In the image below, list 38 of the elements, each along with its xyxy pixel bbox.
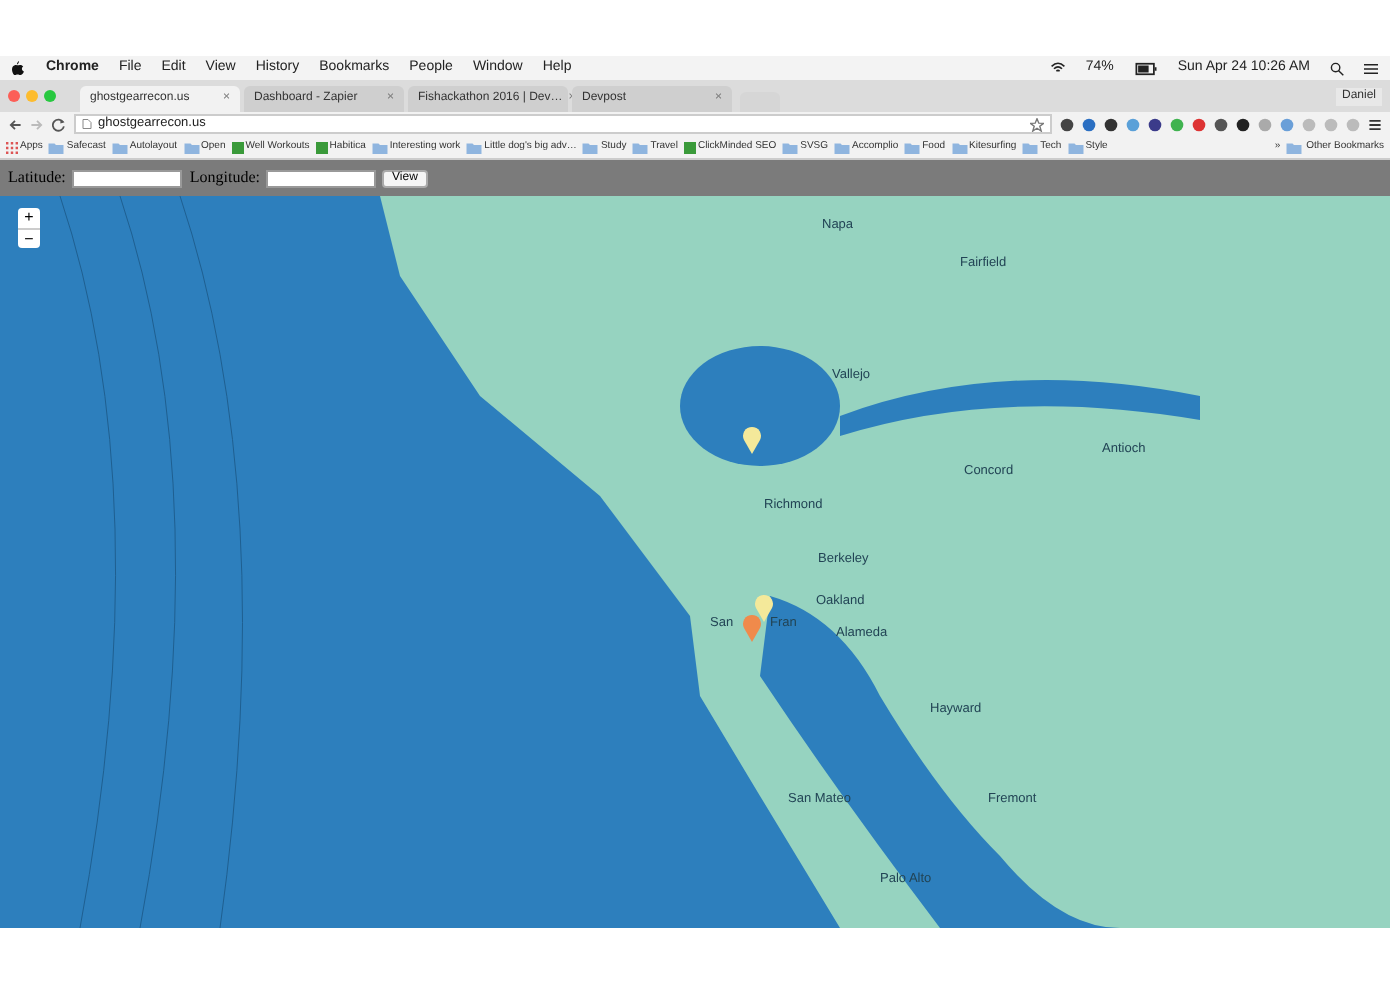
apple-logo-icon [12, 60, 26, 76]
site-icon [231, 141, 244, 153]
grid-icon [6, 141, 18, 153]
map-pin-icon [742, 426, 762, 454]
latitude-field[interactable] [71, 169, 182, 187]
reload-icon [52, 117, 66, 131]
folder-icon [834, 141, 851, 153]
back-icon [8, 117, 22, 131]
longitude-field[interactable] [266, 169, 376, 187]
site-icon [683, 141, 696, 153]
map-pin-icon [742, 614, 762, 642]
search-icon [1330, 61, 1344, 75]
zoom-in-button[interactable]: + [18, 208, 40, 228]
star-icon [1030, 117, 1044, 131]
folder-icon [951, 141, 968, 153]
folder-icon [632, 141, 649, 153]
folder-icon [183, 141, 200, 153]
forward-icon [30, 117, 44, 131]
map-pin-icon [754, 594, 774, 622]
menu-icon [1368, 117, 1382, 131]
folder-icon [371, 141, 388, 153]
site-icon [315, 141, 328, 153]
folder-icon [582, 141, 599, 153]
folder-icon [48, 141, 65, 153]
zoom-out-button[interactable]: − [18, 228, 40, 248]
field-label: Longitude: [189, 166, 260, 190]
wifi-icon [1049, 60, 1066, 76]
list-icon [1364, 61, 1378, 75]
page-icon [82, 118, 92, 130]
folder-icon [466, 141, 483, 153]
field-label: Latitude: [8, 166, 66, 190]
folder-icon [904, 141, 921, 153]
folder-icon [782, 141, 799, 153]
battery-icon [1133, 61, 1158, 75]
folder-icon [1067, 141, 1084, 153]
folder-icon [1022, 141, 1039, 153]
folder-icon [1286, 141, 1303, 153]
folder-icon [111, 141, 128, 153]
